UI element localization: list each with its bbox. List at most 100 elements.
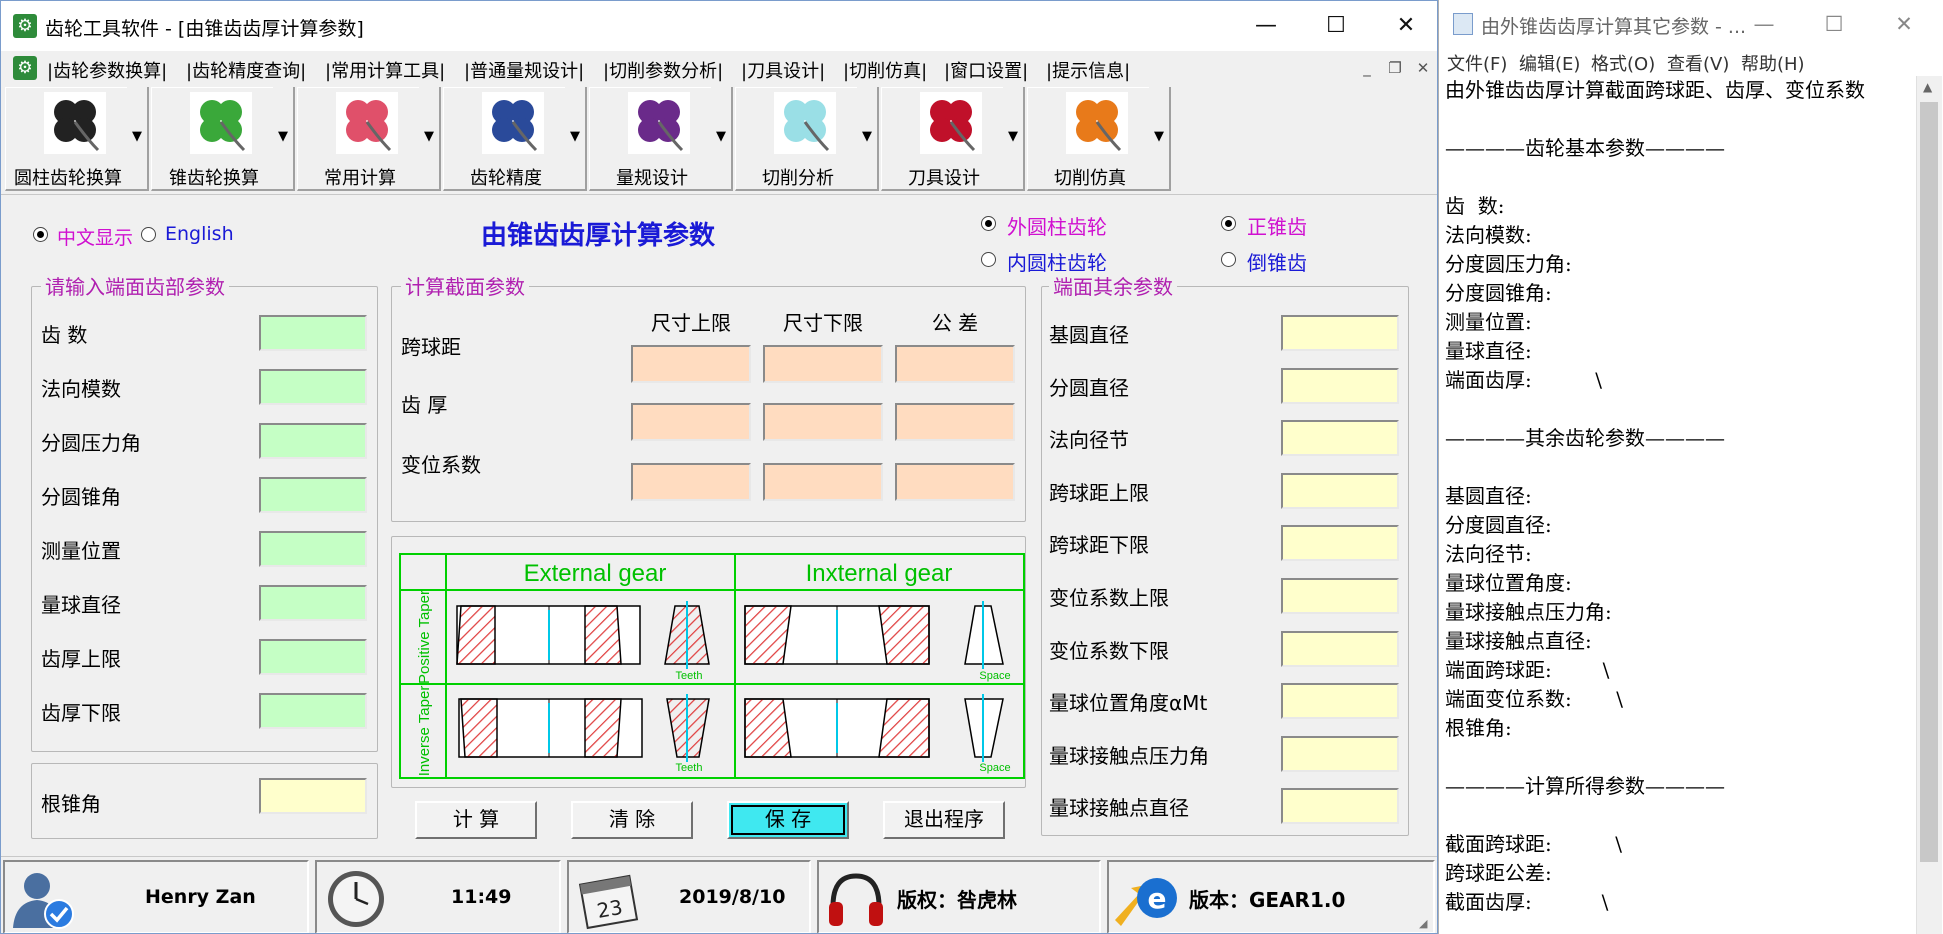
toolbar-dropdown-arrow-icon[interactable]: ▼ bbox=[1003, 87, 1025, 191]
notepad-menu-help[interactable]: 帮助(H) bbox=[1741, 50, 1805, 76]
notepad-line bbox=[1445, 743, 1905, 772]
notepad-text-area[interactable]: 由外锥齿齿厚计算截面跨球距、齿厚、变位系数 ————齿轮基本参数———— 齿 数: 法… bbox=[1445, 76, 1905, 917]
menu-tool-design[interactable]: |刀具设计| bbox=[741, 57, 825, 83]
menu-gear-accuracy[interactable]: |齿轮精度查询| bbox=[186, 57, 306, 83]
toolbar-button[interactable]: 常用计算 bbox=[297, 87, 421, 191]
notepad-line: 基圆直径: bbox=[1445, 484, 1532, 508]
ext-gear-radio[interactable] bbox=[981, 216, 996, 231]
toolbar-label: 切削仿真 bbox=[1054, 168, 1126, 189]
input-field[interactable] bbox=[259, 693, 367, 729]
toolbar-button[interactable]: 切削仿真 bbox=[1027, 87, 1151, 191]
scroll-thumb[interactable] bbox=[1920, 102, 1938, 862]
window-title: 齿轮工具软件 - [由锥齿齿厚计算参数] bbox=[45, 18, 364, 40]
notepad-menu-edit[interactable]: 编辑(E) bbox=[1519, 50, 1580, 76]
end-face-label: 变位系数下限 bbox=[1049, 638, 1169, 663]
clover-icon bbox=[774, 92, 836, 154]
toolbar-dropdown-arrow-icon[interactable]: ▼ bbox=[565, 87, 587, 191]
toolbar-dropdown-arrow-icon[interactable]: ▼ bbox=[857, 87, 879, 191]
int-gear-radio[interactable] bbox=[981, 252, 996, 267]
toolbar-button[interactable]: 齿轮精度 bbox=[443, 87, 567, 191]
input-field[interactable] bbox=[259, 477, 367, 513]
notepad-maximize-icon[interactable]: ☐ bbox=[1799, 4, 1869, 44]
end-face-output bbox=[1281, 525, 1399, 562]
notepad-menu-file[interactable]: 文件(F) bbox=[1447, 50, 1507, 76]
notepad-line: 分度圆直径: bbox=[1445, 513, 1552, 537]
menu-cutting-analysis[interactable]: |切削参数分析| bbox=[603, 57, 723, 83]
save-button[interactable]: 保 存 bbox=[727, 801, 849, 839]
end-face-output bbox=[1281, 735, 1399, 772]
toolbar-button[interactable]: 圆柱齿轮换算 bbox=[5, 87, 129, 191]
mdi-minimize-icon[interactable]: _ bbox=[1355, 57, 1379, 79]
row-label: 变位系数 bbox=[401, 453, 481, 477]
notepad-line: 量球接触点直径: bbox=[1445, 629, 1592, 653]
input-field[interactable] bbox=[259, 369, 367, 405]
exit-button[interactable]: 退出程序 bbox=[883, 801, 1005, 839]
end-face-label: 法向径节 bbox=[1049, 428, 1129, 453]
input-label: 齿厚上限 bbox=[41, 647, 121, 671]
teeth-caption: Teeth bbox=[676, 670, 703, 682]
toolbar-button[interactable]: 锥齿轮换算 bbox=[151, 87, 275, 191]
input-field[interactable] bbox=[259, 639, 367, 675]
close-icon[interactable]: ✕ bbox=[1371, 1, 1437, 51]
menu-common-tools[interactable]: |常用计算工具| bbox=[325, 57, 445, 83]
menu-gauge-design[interactable]: |普通量规设计| bbox=[464, 57, 584, 83]
clover-icon bbox=[336, 92, 398, 154]
toolbar-dropdown-arrow-icon[interactable]: ▼ bbox=[419, 87, 441, 191]
toolbar-dropdown-arrow-icon[interactable]: ▼ bbox=[1149, 87, 1171, 191]
menu-window-settings[interactable]: |窗口设置| bbox=[944, 57, 1028, 83]
input-field[interactable] bbox=[259, 531, 367, 567]
menu-tips[interactable]: |提示信息| bbox=[1046, 57, 1130, 83]
menu-gear-params[interactable]: |齿轮参数换算| bbox=[47, 57, 167, 83]
notepad-line bbox=[1445, 395, 1905, 424]
notepad-menu-view[interactable]: 查看(V) bbox=[1667, 50, 1729, 76]
toolbar-dropdown-arrow-icon[interactable]: ▼ bbox=[273, 87, 295, 191]
input-group bbox=[31, 286, 378, 752]
input-label: 齿厚下限 bbox=[41, 701, 121, 725]
lang-zh-radio[interactable] bbox=[33, 227, 48, 242]
scroll-up-icon[interactable]: ▲ bbox=[1923, 80, 1932, 94]
notepad-close-icon[interactable]: ✕ bbox=[1869, 4, 1939, 44]
section-group-title: 计算截面参数 bbox=[401, 271, 529, 300]
toolbar-dropdown-arrow-icon[interactable]: ▼ bbox=[711, 87, 733, 191]
notepad-line: 分度圆锥角: bbox=[1445, 281, 1552, 305]
mdi-close-icon[interactable]: ✕ bbox=[1411, 57, 1435, 79]
notepad-line: 量球接触点压力角: bbox=[1445, 600, 1612, 624]
neg-taper-radio[interactable] bbox=[1221, 252, 1236, 267]
resize-grip-icon[interactable]: ◢ bbox=[1419, 917, 1433, 931]
toolbar-button[interactable]: 刀具设计 bbox=[881, 87, 1005, 191]
maximize-icon[interactable]: ☐ bbox=[1301, 1, 1371, 51]
calculate-button[interactable]: 计 算 bbox=[415, 801, 537, 839]
notepad-scrollbar[interactable]: ▲ bbox=[1916, 76, 1942, 934]
user-name: Henry Zan bbox=[145, 886, 256, 908]
menu-cutting-sim[interactable]: |切削仿真| bbox=[843, 57, 927, 83]
input-field[interactable] bbox=[259, 423, 367, 459]
pos-taper-radio[interactable] bbox=[1221, 216, 1236, 231]
copyright-cell: 版权：咎虎林 bbox=[817, 860, 1101, 933]
minimize-icon[interactable]: — bbox=[1231, 1, 1301, 51]
section-output bbox=[895, 403, 1015, 441]
clear-button[interactable]: 清 除 bbox=[571, 801, 693, 839]
notepad-line bbox=[1445, 163, 1905, 192]
notepad-line: 量球直径: bbox=[1445, 339, 1532, 363]
toolbar-button[interactable]: 量规设计 bbox=[589, 87, 713, 191]
input-field[interactable] bbox=[259, 315, 367, 351]
notepad-line: 端面齿厚: \ bbox=[1445, 368, 1603, 392]
mdi-restore-icon[interactable]: ❐ bbox=[1383, 57, 1407, 79]
input-field[interactable] bbox=[259, 585, 367, 621]
notepad-title: 由外锥齿齿厚计算其它参数 - ... bbox=[1481, 16, 1747, 38]
toolbar-button[interactable]: 切削分析 bbox=[735, 87, 859, 191]
input-group-title: 请输入端面齿部参数 bbox=[41, 271, 229, 300]
ext-pos-rack: Teeth bbox=[456, 601, 710, 682]
input-label: 量球直径 bbox=[41, 593, 121, 617]
headphones-icon bbox=[829, 873, 883, 926]
notepad-line: 截面跨球距: \ bbox=[1445, 832, 1623, 856]
teeth-caption-2: Teeth bbox=[676, 762, 703, 774]
clover-icon bbox=[628, 92, 690, 154]
clock-time: 11:49 bbox=[451, 886, 512, 908]
notepad-minimize-icon[interactable]: — bbox=[1729, 4, 1799, 44]
int-inv-rack: Space bbox=[744, 694, 1011, 774]
lang-en-radio[interactable] bbox=[141, 227, 156, 242]
taper-diagram: External gear Inxternal gear Positive Ta… bbox=[399, 553, 1025, 779]
notepad-menu-format[interactable]: 格式(O) bbox=[1591, 50, 1655, 76]
toolbar-dropdown-arrow-icon[interactable]: ▼ bbox=[127, 87, 149, 191]
